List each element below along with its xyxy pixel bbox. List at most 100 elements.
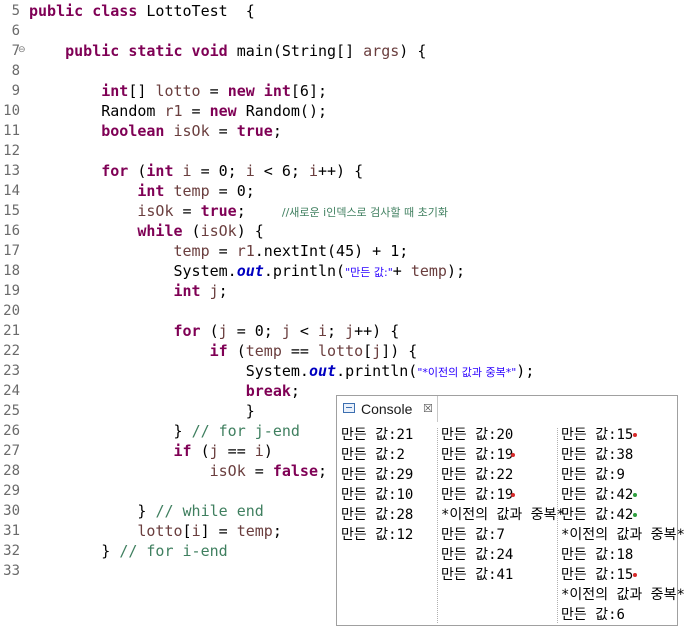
line-number: 10 [3, 103, 20, 119]
code-token: r1 [164, 102, 183, 120]
code-token: new [209, 102, 237, 120]
code-token: // for i-end [119, 542, 228, 560]
console-line: 만든 값:19 [441, 487, 514, 503]
code-line[interactable]: 21 for (j = 0; j < i; j++) { [0, 321, 684, 341]
code-line[interactable]: 20 [0, 301, 684, 321]
code-token: ( [182, 222, 201, 240]
code-line[interactable]: 7 ⊖ public static void main(String[] args… [0, 41, 684, 61]
code-token: [6]; [290, 82, 328, 100]
console-line: 만든 값:20 [441, 427, 514, 443]
console-view[interactable]: Console ☒ 만든 값:21 만든 값:2 만든 값:29 만든 값:10 만든 … [336, 395, 684, 626]
marker-dot-icon [633, 493, 637, 497]
console-line: *이전의 값과 중복* [561, 587, 684, 603]
code-token: < 6; [254, 162, 309, 180]
code-token: ; [236, 202, 282, 220]
console-line: 만든 값:6 [561, 607, 625, 623]
code-line[interactable]: 9 int[] lotto = new int[6]; [0, 81, 684, 101]
code-token: [ [363, 342, 373, 360]
line-number: 29 [3, 483, 20, 499]
code-token: if [173, 442, 192, 460]
code-token: = [173, 202, 201, 220]
console-line: 만든 값:18 [561, 547, 634, 563]
code-token: "*이전의 값과 중복*" [417, 366, 517, 379]
code-token: "만든 값:" [345, 266, 393, 279]
code-token: ; [272, 522, 282, 540]
console-line: 만든 값:19 [441, 447, 514, 463]
code-token: while [137, 222, 183, 240]
code-text: } // for i-end [29, 541, 228, 561]
code-token: // while end [155, 502, 264, 520]
code-token: [ [182, 522, 192, 540]
code-token: == [281, 342, 318, 360]
code-token: isOk [173, 122, 210, 140]
line-number: 26 [3, 423, 20, 439]
console-tab[interactable]: Console ☒ [337, 396, 438, 422]
marker-dot-icon [633, 573, 637, 577]
code-token: = [182, 102, 210, 120]
code-line[interactable]: 6 [0, 21, 684, 41]
line-number: 28 [3, 463, 20, 479]
marker-dot-icon [511, 493, 515, 497]
fold-toggle-icon[interactable]: ⊖ [18, 45, 26, 55]
console-line: 만든 값:7 [441, 527, 505, 543]
code-line[interactable]: 12 [0, 141, 684, 161]
code-token: System. [29, 262, 237, 280]
code-token: isOk [209, 462, 246, 480]
code-token: ] = [200, 522, 237, 540]
code-token: temp [410, 262, 447, 280]
marker-dot-icon [633, 513, 637, 517]
code-line[interactable]: 13 for (int i = 0; i < 6; i++) { [0, 161, 684, 181]
code-text: } // while end [29, 501, 264, 521]
code-token: j [372, 342, 382, 360]
code-token: ; [318, 462, 328, 480]
line-number: 31 [3, 523, 20, 539]
code-token: isOk [137, 202, 174, 220]
code-token: i [308, 162, 318, 180]
marker-dot-icon [633, 433, 637, 437]
close-icon[interactable]: ☒ [423, 401, 433, 417]
code-text: while (isOk) { [29, 221, 263, 241]
console-line: 만든 값:21 [341, 427, 414, 443]
code-token: int [101, 82, 129, 100]
code-line[interactable]: 16 while (isOk) { [0, 221, 684, 241]
code-token: ; [290, 382, 300, 400]
line-number: 17 [3, 243, 20, 259]
code-token: // for j-end [191, 422, 300, 440]
code-token: j [209, 442, 219, 460]
code-line[interactable]: 15 isOk = true; //새로운 i인덱스로 검사할 때 초기화 [0, 201, 684, 221]
code-line[interactable]: 18 System.out.println("만든 값:"+ temp); [0, 261, 684, 281]
code-line[interactable]: 11 boolean isOk = true; [0, 121, 684, 141]
code-token: ( [227, 342, 246, 360]
line-number: 25 [3, 403, 20, 419]
code-line[interactable]: 17 temp = r1.nextInt(45) + 1; [0, 241, 684, 261]
code-line[interactable]: 10 Random r1 = new Random(); [0, 101, 684, 121]
console-line: 만든 값:38 [561, 447, 634, 463]
code-token: } [29, 542, 120, 560]
code-line[interactable]: 19 int j; [0, 281, 684, 301]
code-text: boolean isOk = true; [29, 121, 282, 141]
code-token: Random(); [236, 102, 328, 120]
code-text: for (int i = 0; i < 6; i++) { [29, 161, 363, 181]
code-line[interactable]: 22 if (temp == lotto[j]) { [0, 341, 684, 361]
code-token: i [254, 442, 264, 460]
line-number: 12 [3, 143, 20, 159]
code-line[interactable]: 8 [0, 61, 684, 81]
code-line[interactable]: 5 public class LottoTest { [0, 1, 684, 21]
line-number: 33 [3, 563, 20, 579]
console-line: 만든 값:10 [341, 487, 414, 503]
console-line: 만든 값:42 [561, 507, 634, 523]
line-number: 9 [11, 83, 20, 99]
code-text: isOk = false; [29, 461, 327, 481]
code-token: if [209, 342, 228, 360]
code-line[interactable]: 14 int temp = 0; [0, 181, 684, 201]
code-token: for [173, 322, 201, 340]
code-line[interactable]: 23 System.out.println("*이전의 값과 중복*"); [0, 361, 684, 381]
